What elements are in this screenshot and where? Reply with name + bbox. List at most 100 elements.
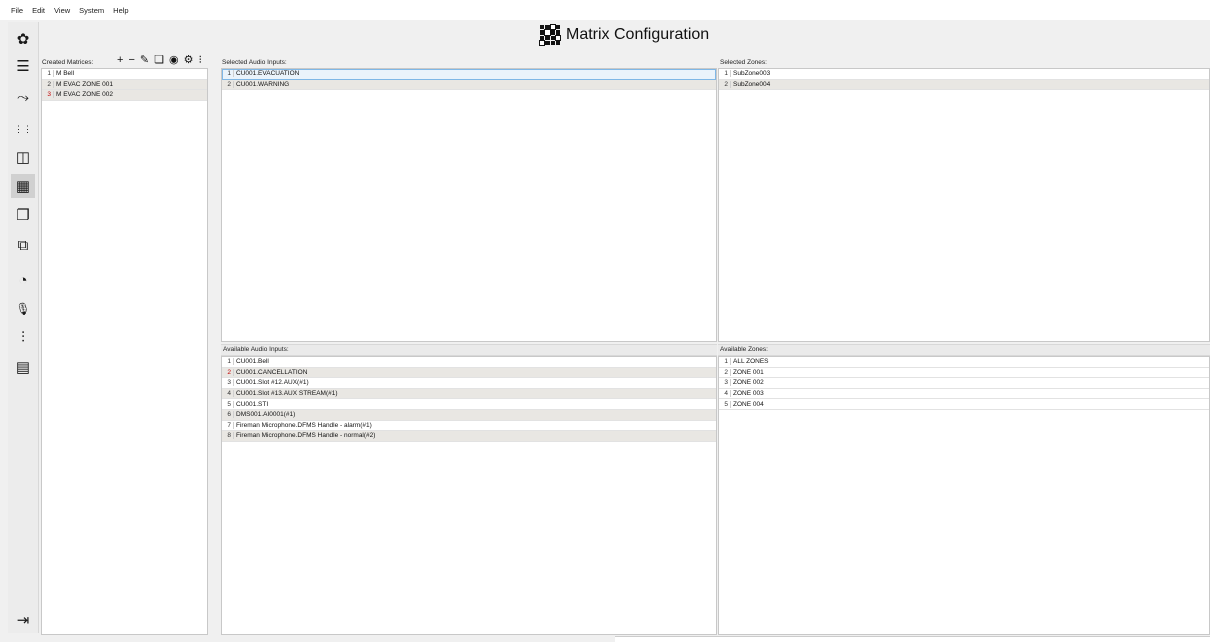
row-number: 1: [719, 70, 731, 78]
input-name: CU001.Slot #13.AUX STREAM(#1): [236, 390, 338, 398]
gear-icon[interactable]: ✿: [11, 27, 35, 51]
row-number: 2: [222, 80, 234, 88]
copy-icon[interactable]: ❏: [154, 55, 164, 66]
list-item[interactable]: 8 Fireman Microphone.DFMS Handle - normal…: [222, 431, 716, 442]
list-item[interactable]: 1 CU001.Bell: [222, 357, 716, 368]
list-item[interactable]: 2 ZONE 001: [719, 368, 1209, 379]
list-item[interactable]: 3 CU001.Slot #12.AUX(#1): [222, 378, 716, 389]
list-item[interactable]: 2 CU001.WARNING: [222, 79, 716, 91]
input-name: CU001.EVACUATION: [236, 70, 300, 78]
menu-file[interactable]: File: [11, 6, 23, 15]
available-zones-label: Available Zones:: [720, 346, 768, 353]
selected-inputs-list: 1 CU001.EVACUATION 2 CU001.WARNING: [221, 68, 717, 342]
document-icon[interactable]: ▤: [11, 355, 35, 379]
available-inputs-header: [221, 344, 717, 356]
available-inputs-list: 1 CU001.Bell 2 CU001.CANCELLATION 3 CU001.S…: [221, 356, 717, 635]
matrix-icon[interactable]: ▦: [11, 174, 35, 198]
list-item[interactable]: 1M Bell: [42, 69, 207, 80]
zone-name: SubZone004: [733, 80, 771, 88]
available-inputs-label: Available Audio Inputs:: [223, 346, 289, 353]
list-item[interactable]: 1 SubZone003: [719, 69, 1209, 80]
list-item[interactable]: 4 ZONE 003: [719, 389, 1209, 400]
zone-name: ZONE 002: [733, 379, 764, 387]
selected-inputs-label: Selected Audio Inputs:: [222, 59, 287, 66]
created-matrices-label: Created Matrices:: [42, 59, 94, 66]
mixer-icon[interactable]: ⫶: [11, 325, 35, 349]
route-icon[interactable]: ⤳: [11, 85, 35, 109]
row-number: 4: [719, 390, 731, 398]
input-output-icon[interactable]: ◫: [11, 145, 35, 169]
row-number: 3: [42, 91, 54, 99]
available-zones-list: 1 ALL ZONES 2 ZONE 001 3 ZONE 002 4 ZONE 003…: [718, 356, 1210, 635]
page-title: Matrix Configuration: [538, 23, 710, 47]
menu-bar: File Edit View System Help: [0, 0, 1210, 20]
row-number: 8: [222, 432, 234, 440]
zone-name: ZONE 003: [733, 390, 764, 398]
menu-system[interactable]: System: [79, 6, 104, 15]
page-title-text: Matrix Configuration: [566, 26, 710, 43]
row-number: 4: [222, 390, 234, 398]
settings-icon[interactable]: ⚙: [184, 55, 194, 66]
zone-name: ZONE 001: [733, 368, 764, 376]
grid-icon[interactable]: ⁝: [198, 55, 202, 66]
view-icon[interactable]: ◉: [169, 55, 179, 66]
selected-zones-list: 1 SubZone003 2 SubZone004: [718, 68, 1210, 342]
add-icon[interactable]: +: [117, 55, 123, 66]
input-name: CU001.Slot #12.AUX(#1): [236, 379, 309, 387]
menu-help[interactable]: Help: [113, 6, 128, 15]
edit-icon[interactable]: ✎: [140, 55, 149, 66]
logout-icon[interactable]: ⇥: [11, 608, 35, 632]
selected-zones-label: Selected Zones:: [720, 59, 767, 66]
input-name: DMS001.AI0001(#1): [236, 411, 296, 419]
list-item[interactable]: 2 SubZone004: [719, 79, 1209, 91]
windows-icon[interactable]: ❐: [11, 203, 35, 227]
row-number: 1: [222, 358, 234, 366]
list-item[interactable]: 4 CU001.Slot #13.AUX STREAM(#1): [222, 388, 716, 400]
row-number: 2: [42, 80, 54, 88]
microphone-icon[interactable]: 🎙: [11, 297, 35, 321]
status-strip: [615, 636, 1210, 642]
matrix-title-icon: [538, 23, 562, 47]
remove-icon[interactable]: −: [128, 55, 134, 66]
matrix-name: M Bell: [56, 70, 75, 78]
row-number: 3: [719, 379, 731, 387]
row-number: 1: [719, 358, 731, 366]
input-name: CU001.CANCELLATION: [236, 368, 308, 376]
list-item[interactable]: 6 DMS001.AI0001(#1): [222, 409, 716, 421]
input-name: CU001.WARNING: [236, 80, 290, 88]
list-item[interactable]: 1 CU001.EVACUATION: [222, 69, 716, 80]
row-number: 5: [222, 400, 234, 408]
audio-channels-icon[interactable]: ⋮⋮: [11, 117, 35, 141]
available-zones-header: [718, 344, 1210, 356]
input-name: CU001.Bell: [236, 358, 269, 366]
list-item[interactable]: 7 Fireman Microphone.DFMS Handle - alarm(…: [222, 421, 716, 432]
input-name: Fireman Microphone.DFMS Handle - normal(…: [236, 432, 376, 440]
list-item[interactable]: 2M EVAC ZONE 001: [42, 79, 207, 91]
matrix-toolbar: + − ✎ ❏ ◉ ⚙ ⁝: [117, 55, 207, 66]
matrix-name: M EVAC ZONE 002: [56, 91, 113, 99]
list-item[interactable]: 5 ZONE 004: [719, 399, 1209, 410]
list-item[interactable]: 1 ALL ZONES: [719, 357, 1209, 368]
zone-name: SubZone003: [733, 70, 771, 78]
row-number: 2: [719, 368, 731, 376]
list-item[interactable]: 3M EVAC ZONE 002: [42, 90, 207, 101]
zone-name: ZONE 004: [733, 400, 764, 408]
input-name: Fireman Microphone.DFMS Handle - alarm(#…: [236, 421, 372, 429]
server-icon[interactable]: ☰: [11, 54, 35, 78]
row-number: 2: [719, 80, 731, 88]
menu-view[interactable]: View: [54, 6, 70, 15]
input-name: CU001.STI: [236, 400, 269, 408]
row-number: 7: [222, 421, 234, 429]
list-item[interactable]: 3 ZONE 002: [719, 378, 1209, 389]
connection-icon[interactable]: ⧉: [11, 233, 35, 257]
row-number: 5: [719, 400, 731, 408]
sidebar: ✿ ☰ ⤳ ⋮⋮ ◫ ▦ ❐ ⧉ ◔ 🎙 ⫶ ▤ ⇥: [8, 22, 39, 633]
menu-edit[interactable]: Edit: [32, 6, 45, 15]
row-number: 2: [222, 368, 234, 376]
list-item[interactable]: 5 CU001.STI: [222, 399, 716, 410]
matrix-name: M EVAC ZONE 001: [56, 80, 113, 88]
created-matrices-list: 1M Bell 2M EVAC ZONE 001 3M EVAC ZONE 00…: [41, 68, 208, 635]
row-number: 3: [222, 379, 234, 387]
gauge-icon[interactable]: ◔: [11, 268, 35, 292]
list-item[interactable]: 2 CU001.CANCELLATION: [222, 367, 716, 379]
